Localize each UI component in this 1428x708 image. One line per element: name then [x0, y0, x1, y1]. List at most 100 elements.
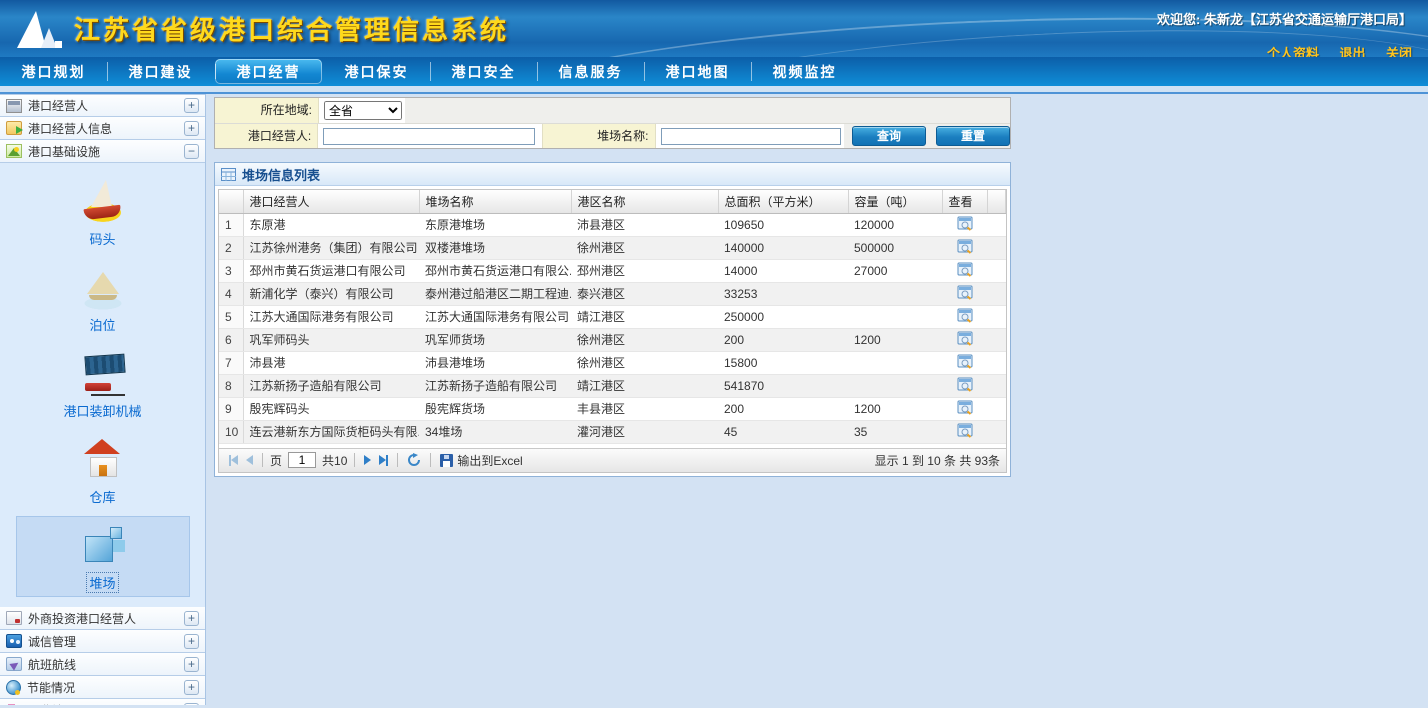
cell-operator: 江苏大通国际港务有限公司: [243, 305, 419, 328]
sidebar-group[interactable]: 节能情况 +: [0, 676, 205, 699]
expand-toggle-button[interactable]: −: [184, 144, 199, 159]
sidebar-group[interactable]: 规费情况 +: [0, 699, 205, 705]
expand-toggle-button[interactable]: +: [184, 98, 199, 113]
cell-yard: 江苏新扬子造船有限公司: [419, 374, 571, 397]
expand-toggle-button[interactable]: +: [184, 611, 199, 626]
cell-yard: 巩军师货场: [419, 328, 571, 351]
table-row: 3 邳州市黄石货运港口有限公司 邳州市黄石货运港口有限公... 邳州港区 140…: [219, 259, 1006, 282]
container-lift-icon: [77, 350, 129, 398]
cell-capacity: 1200: [848, 397, 942, 420]
table-row: 4 新浦化学（泰兴）有限公司 泰州港过船港区二期工程迪... 泰兴港区 3325…: [219, 282, 1006, 305]
nav-tab[interactable]: 港口经营: [215, 59, 322, 84]
nav-tab[interactable]: 港口安全: [430, 57, 537, 86]
operator-input[interactable]: [323, 128, 535, 145]
col-filler: [987, 190, 1006, 213]
table-row: 5 江苏大通国际港务有限公司 江苏大通国际港务有限公司 靖江港区 250000: [219, 305, 1006, 328]
cell-zone: 灌河港区: [571, 420, 718, 443]
nav-tab[interactable]: 港口建设: [107, 57, 214, 86]
cell-operator: 江苏徐州港务（集团）有限公司: [243, 236, 419, 259]
reset-button[interactable]: 重置: [936, 126, 1010, 146]
col-operator: 港口经营人: [243, 190, 419, 213]
page-number-input[interactable]: [288, 452, 316, 468]
expand-toggle-button[interactable]: +: [184, 121, 199, 136]
cell-filler: [987, 351, 1006, 374]
document-sign-icon: [6, 611, 22, 625]
sidebar-group[interactable]: 港口经营人信息 +: [0, 117, 205, 140]
sidebar-group[interactable]: 航班航线 +: [0, 653, 205, 676]
panel-title: 堆场信息列表: [242, 165, 320, 184]
cell-filler: [987, 259, 1006, 282]
facility-item[interactable]: 码头: [28, 173, 178, 252]
nav-tab[interactable]: 港口地图: [644, 57, 751, 86]
welcome-text: 欢迎您: 朱新龙【江苏省交通运输厅港口局】: [1157, 9, 1412, 28]
last-page-button[interactable]: [379, 455, 388, 466]
facility-item[interactable]: 港口装卸机械: [28, 345, 178, 424]
view-detail-icon[interactable]: [957, 423, 973, 438]
cell-total-area: 45: [718, 420, 848, 443]
view-detail-icon[interactable]: [957, 331, 973, 346]
nav-tab[interactable]: 视频监控: [751, 57, 858, 86]
globe-icon: [6, 680, 21, 695]
expand-toggle-button[interactable]: +: [184, 634, 199, 649]
cell-zone: 徐州港区: [571, 328, 718, 351]
table-row: 7 沛县港 沛县港堆场 徐州港区 15800: [219, 351, 1006, 374]
view-detail-icon[interactable]: [957, 308, 973, 323]
view-detail-icon[interactable]: [957, 262, 973, 277]
close-link[interactable]: 关闭: [1386, 46, 1412, 57]
cell-capacity: 120000: [848, 213, 942, 236]
nav-tab[interactable]: 港口规划: [0, 57, 107, 86]
cell-filler: [987, 305, 1006, 328]
sidebar-group[interactable]: 外商投资港口经营人 +: [0, 607, 205, 630]
view-detail-icon[interactable]: [957, 239, 973, 254]
cell-filler: [987, 282, 1006, 305]
cell-capacity: 27000: [848, 259, 942, 282]
view-detail-icon[interactable]: [957, 377, 973, 392]
cell-rownum: 5: [219, 305, 243, 328]
region-select[interactable]: 全省: [324, 101, 402, 120]
save-disk-icon: [440, 454, 453, 467]
cell-capacity: 1200: [848, 328, 942, 351]
expand-toggle-button[interactable]: +: [184, 657, 199, 672]
sidebar-group[interactable]: 港口经营人 +: [0, 94, 205, 117]
cell-total-area: 109650: [718, 213, 848, 236]
profile-link[interactable]: 个人资料: [1267, 46, 1319, 57]
prev-page-button[interactable]: [246, 455, 253, 465]
operator-label: 港口经营人:: [215, 124, 318, 148]
nav-tab[interactable]: 信息服务: [537, 57, 644, 86]
view-detail-icon[interactable]: [957, 400, 973, 415]
view-detail-icon[interactable]: [957, 216, 973, 231]
cell-yard: 邳州市黄石货运港口有限公...: [419, 259, 571, 282]
view-detail-icon[interactable]: [957, 354, 973, 369]
nav-tab-label: 港口建设: [129, 62, 193, 82]
cell-filler: [987, 328, 1006, 351]
col-capacity: 容量（吨）: [848, 190, 942, 213]
logout-link[interactable]: 退出: [1340, 46, 1366, 57]
refresh-button[interactable]: [407, 453, 421, 467]
export-excel-button[interactable]: 输出到Excel: [440, 452, 522, 469]
table-header-row: 港口经营人 堆场名称 港区名称 总面积（平方米） 容量（吨） 查看: [219, 190, 1006, 213]
cell-total-area: 200: [718, 397, 848, 420]
nav-tab[interactable]: 港口保安: [323, 57, 430, 86]
app-title: 江苏省省级港口综合管理信息系统: [74, 10, 509, 47]
facility-item[interactable]: 堆场: [17, 517, 189, 596]
fee-cubes-icon: [6, 703, 22, 705]
facility-item[interactable]: 泊位: [28, 259, 178, 338]
view-detail-icon[interactable]: [957, 285, 973, 300]
query-button[interactable]: 查询: [852, 126, 926, 146]
facility-item[interactable]: 仓库: [28, 431, 178, 510]
yard-name-input[interactable]: [661, 128, 841, 145]
nav-tab-label: 港口保安: [345, 62, 409, 82]
cell-filler: [987, 397, 1006, 420]
next-page-button[interactable]: [364, 455, 371, 465]
cell-rownum: 6: [219, 328, 243, 351]
cell-yard: 泰州港过船港区二期工程迪...: [419, 282, 571, 305]
cell-operator: 江苏新扬子造船有限公司: [243, 374, 419, 397]
first-page-button[interactable]: [229, 455, 238, 466]
expand-toggle-button[interactable]: +: [184, 703, 199, 706]
nav-tab-label: 港口经营: [237, 62, 301, 82]
sidebar: 港口经营人 + 港口经营人信息 + 港口基础设施 − 码头 泊位 港口装卸机械: [0, 94, 206, 705]
expand-toggle-button[interactable]: +: [184, 680, 199, 695]
sidebar-group[interactable]: 港口基础设施 −: [0, 140, 205, 163]
sidebar-group[interactable]: 诚信管理 +: [0, 630, 205, 653]
berth-boat-icon: [77, 264, 129, 312]
